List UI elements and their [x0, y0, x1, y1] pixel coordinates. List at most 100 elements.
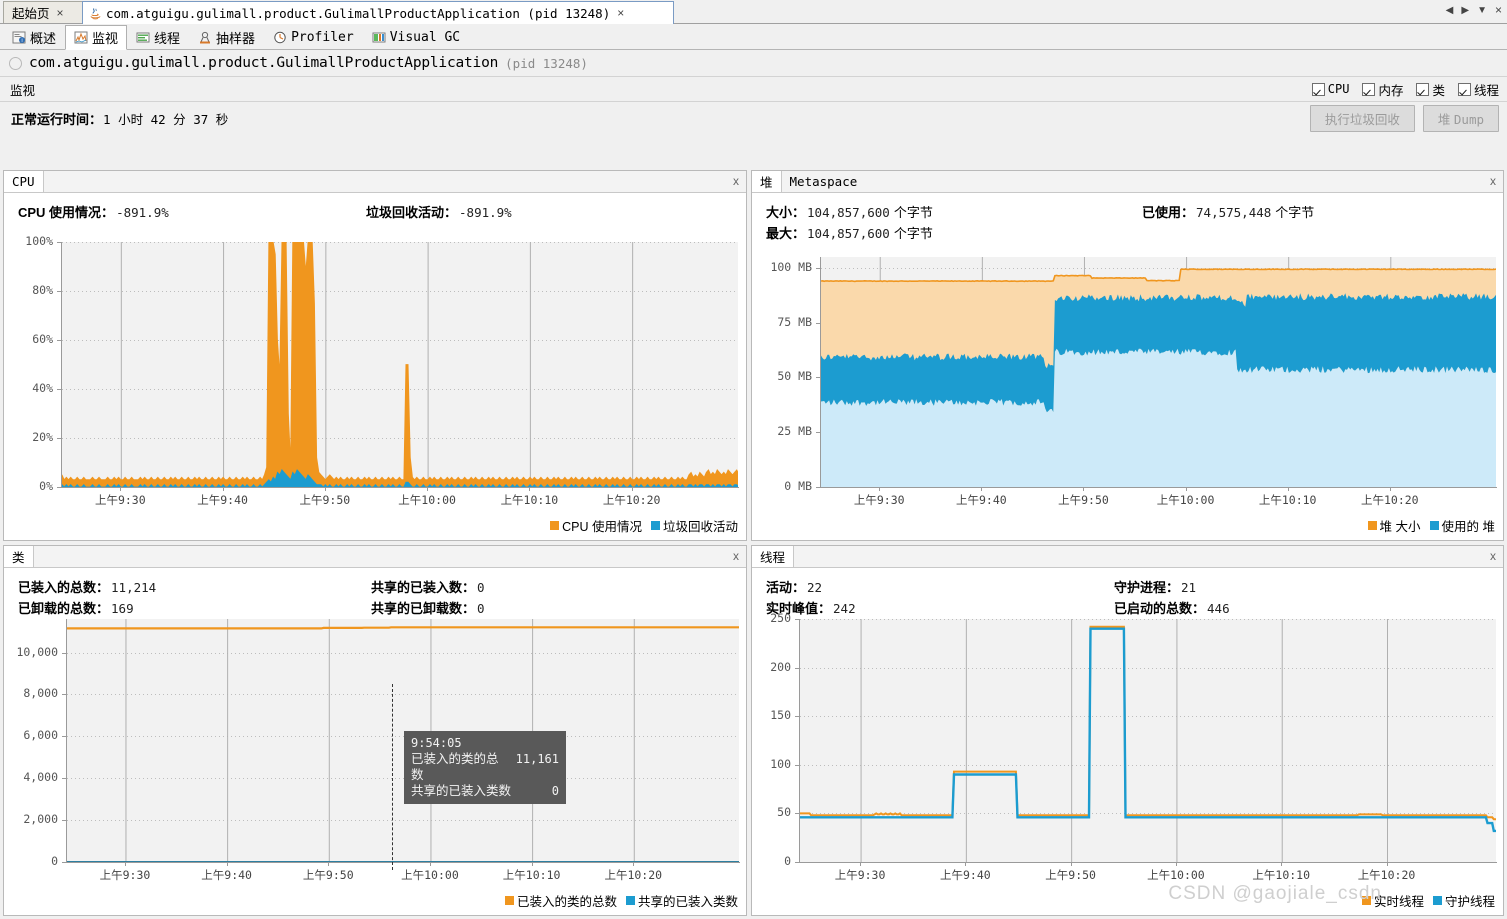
tab-prev-icon[interactable]: ◀ [1444, 5, 1456, 16]
checkbox-memory[interactable]: 内存 [1362, 80, 1403, 99]
cpu-legend-label-usage: CPU 使用情况 [562, 520, 642, 534]
heap-used-value: 74,575,448 [1196, 205, 1272, 220]
classes-loaded-key: 已装入的总数： [18, 580, 110, 595]
heap-dump-button[interactable]: 堆 Dump [1422, 104, 1499, 132]
threads-y-tick-label: 200 [770, 659, 791, 674]
threads-icon [136, 31, 150, 44]
heap-plot-area[interactable] [820, 257, 1496, 487]
classes-tooltip-value-loaded: 11,161 [515, 752, 559, 766]
tab-next-icon[interactable]: ▶ [1459, 5, 1471, 16]
classes-x-tick-label: 上午10:00 [401, 868, 459, 882]
checkbox-threads-box[interactable] [1457, 82, 1471, 96]
tab-gulimall-product-application[interactable]: com.atguigu.gulimall.product.GulimallPro… [82, 1, 674, 24]
tab-start-page-label: 起始页 [12, 7, 50, 21]
overview-icon: i [12, 31, 26, 44]
heap-size-unit: 个字节 [893, 205, 933, 220]
profiler-icon [273, 31, 287, 44]
heap-panel-tab-metaspace[interactable]: Metaspace [782, 171, 866, 192]
heap-stats: 大小： 104,857,600 个字节 最大： 104,857,600 个字节 … [752, 193, 1503, 241]
tab-overview[interactable]: i 概述 [3, 24, 65, 49]
cpu-usage-stat: CPU 使用情况： -891.9% [18, 202, 169, 221]
heap-x-tick-label: 上午9:40 [955, 493, 1007, 507]
cpu-y-tick-label: 100% [25, 234, 53, 248]
tab-close-all-icon[interactable]: × [1493, 3, 1504, 17]
threads-legend-swatch-live [1361, 896, 1371, 905]
checkbox-cpu[interactable]: CPU [1311, 82, 1349, 96]
threads-y-tick-label: 0 [784, 854, 791, 868]
heap-panel-tab-heap[interactable]: 堆 [752, 171, 782, 192]
classes-plot-area[interactable] [66, 619, 739, 862]
heap-legend-swatch-size [1367, 521, 1377, 530]
threads-panel-close-icon[interactable]: x [1490, 549, 1496, 563]
classes-chart[interactable]: 9:54:05 已装入的类的总数 11,161 共享的已装入类数 0 已装入的类… [4, 611, 746, 916]
threads-live-stat: 活动： 22 [766, 577, 822, 596]
checkbox-classes[interactable]: 类 [1416, 80, 1445, 99]
heap-panel: 堆 Metaspace x 大小： 104,857,600 个字节 最大： 10… [751, 170, 1504, 541]
tab-start-page[interactable]: 起始页 × [3, 1, 91, 23]
classes-hover-line [392, 684, 393, 870]
heap-x-axis [819, 487, 1497, 488]
checkbox-classes-box[interactable] [1416, 82, 1430, 96]
application-pid: (pid 13248) [505, 55, 588, 71]
checkbox-cpu-box[interactable] [1311, 82, 1325, 96]
cpu-legend-item-gc: 垃圾回收活动 [650, 516, 738, 535]
charts-grid: CPU x CPU 使用情况： -891.9% 垃圾回收活动： -891.9% [0, 170, 1507, 919]
classes-x-axis [65, 862, 740, 863]
tab-start-page-close-icon[interactable]: × [54, 6, 67, 20]
tab-sampler[interactable]: 抽样器 [189, 24, 264, 49]
threads-panel-title: 线程 [752, 546, 795, 567]
classes-y-tick [62, 820, 66, 821]
tab-gulimall-close-icon[interactable]: × [614, 6, 627, 20]
heap-chart[interactable]: 堆 大小 使用的 堆 0 MB 25 MB 50 MB 75 MB 100 MB 上午9:… [752, 236, 1503, 541]
classes-legend-label-shared: 共享的已装入类数 [637, 895, 738, 909]
threads-x-tick-label: 上午10:00 [1147, 868, 1205, 882]
heap-used-stat: 已使用： 74,575,448 个字节 [1142, 202, 1314, 221]
cpu-x-tick-label: 上午9:30 [94, 493, 146, 507]
cpu-chart[interactable]: CPU 使用情况 垃圾回收活动 0% 20% 40% 60% 80% 100% 上午9:30… [4, 234, 746, 541]
visualgc-icon [372, 31, 386, 44]
cpu-y-tick [57, 291, 61, 292]
gc-activity-stat: 垃圾回收活动： -891.9% [366, 202, 512, 221]
heap-legend-item-size: 堆 大小 [1367, 516, 1421, 535]
heap-dump-label-prefix: 堆 [1437, 112, 1454, 127]
heap-panel-close-icon[interactable]: x [1490, 174, 1496, 188]
threads-live-value: 22 [807, 580, 823, 595]
classes-tooltip-row-shared: 共享的已装入类数 0 [411, 783, 559, 799]
heap-y-tick-label: 25 MB [777, 424, 812, 439]
tab-profiler[interactable]: Profiler [264, 24, 363, 49]
cpu-y-tick-label: 20% [32, 430, 53, 444]
view-tabs: i 概述 监视 线程 抽样器 Profiler Visual GC [0, 24, 1507, 50]
tab-threads[interactable]: 线程 [127, 24, 189, 49]
classes-x-tick-label: 上午10:20 [604, 868, 663, 882]
cpu-plot-area[interactable] [61, 242, 738, 487]
heap-legend-swatch-used [1429, 521, 1439, 530]
threads-x-tick-label: 上午9:50 [1045, 868, 1096, 882]
classes-panel-close-icon[interactable]: x [733, 549, 739, 563]
cpu-panel-close-icon[interactable]: x [733, 174, 739, 188]
perform-gc-button[interactable]: 执行垃圾回收 [1309, 104, 1415, 132]
tab-list-icon[interactable]: ▼ [1475, 5, 1489, 16]
threads-legend-item-live: 实时线程 [1361, 891, 1424, 910]
heap-x-tick-label: 上午9:30 [853, 493, 905, 507]
threads-chart[interactable]: 实时线程 守护线程 0 50 100 150 200 250 上午9:30 上午9:40 上午9… [752, 611, 1503, 916]
threads-y-tick-label: 50 [777, 805, 791, 820]
threads-plot-area[interactable] [799, 619, 1496, 862]
checkbox-memory-box[interactable] [1362, 82, 1376, 96]
threads-x-tick-label: 上午10:10 [1252, 868, 1311, 882]
classes-x-tick-label: 上午9:40 [201, 868, 252, 882]
classes-y-tick-label: 6,000 [23, 728, 58, 743]
checkbox-threads[interactable]: 线程 [1457, 80, 1499, 99]
classes-stats: 已装入的总数： 11,214 已卸载的总数： 169 共享的已装入数： 0 共享… [4, 568, 746, 616]
tab-overview-label: 概述 [30, 30, 57, 46]
threads-legend-label-live: 实时线程 [1373, 895, 1424, 909]
heap-panel-titlebar: 堆 Metaspace x [752, 171, 1503, 193]
threads-live-key: 活动： [766, 580, 806, 595]
tab-monitor[interactable]: 监视 [65, 25, 128, 50]
heap-dump-label-mono: Dump [1453, 111, 1484, 127]
tab-visual-gc[interactable]: Visual GC [363, 24, 469, 49]
classes-loaded-value: 11,214 [111, 580, 157, 595]
tab-threads-label: 线程 [154, 30, 181, 46]
classes-legend-swatch-loaded [504, 896, 514, 905]
threads-y-tick [795, 619, 799, 620]
checkbox-threads-label: 线程 [1473, 83, 1499, 98]
